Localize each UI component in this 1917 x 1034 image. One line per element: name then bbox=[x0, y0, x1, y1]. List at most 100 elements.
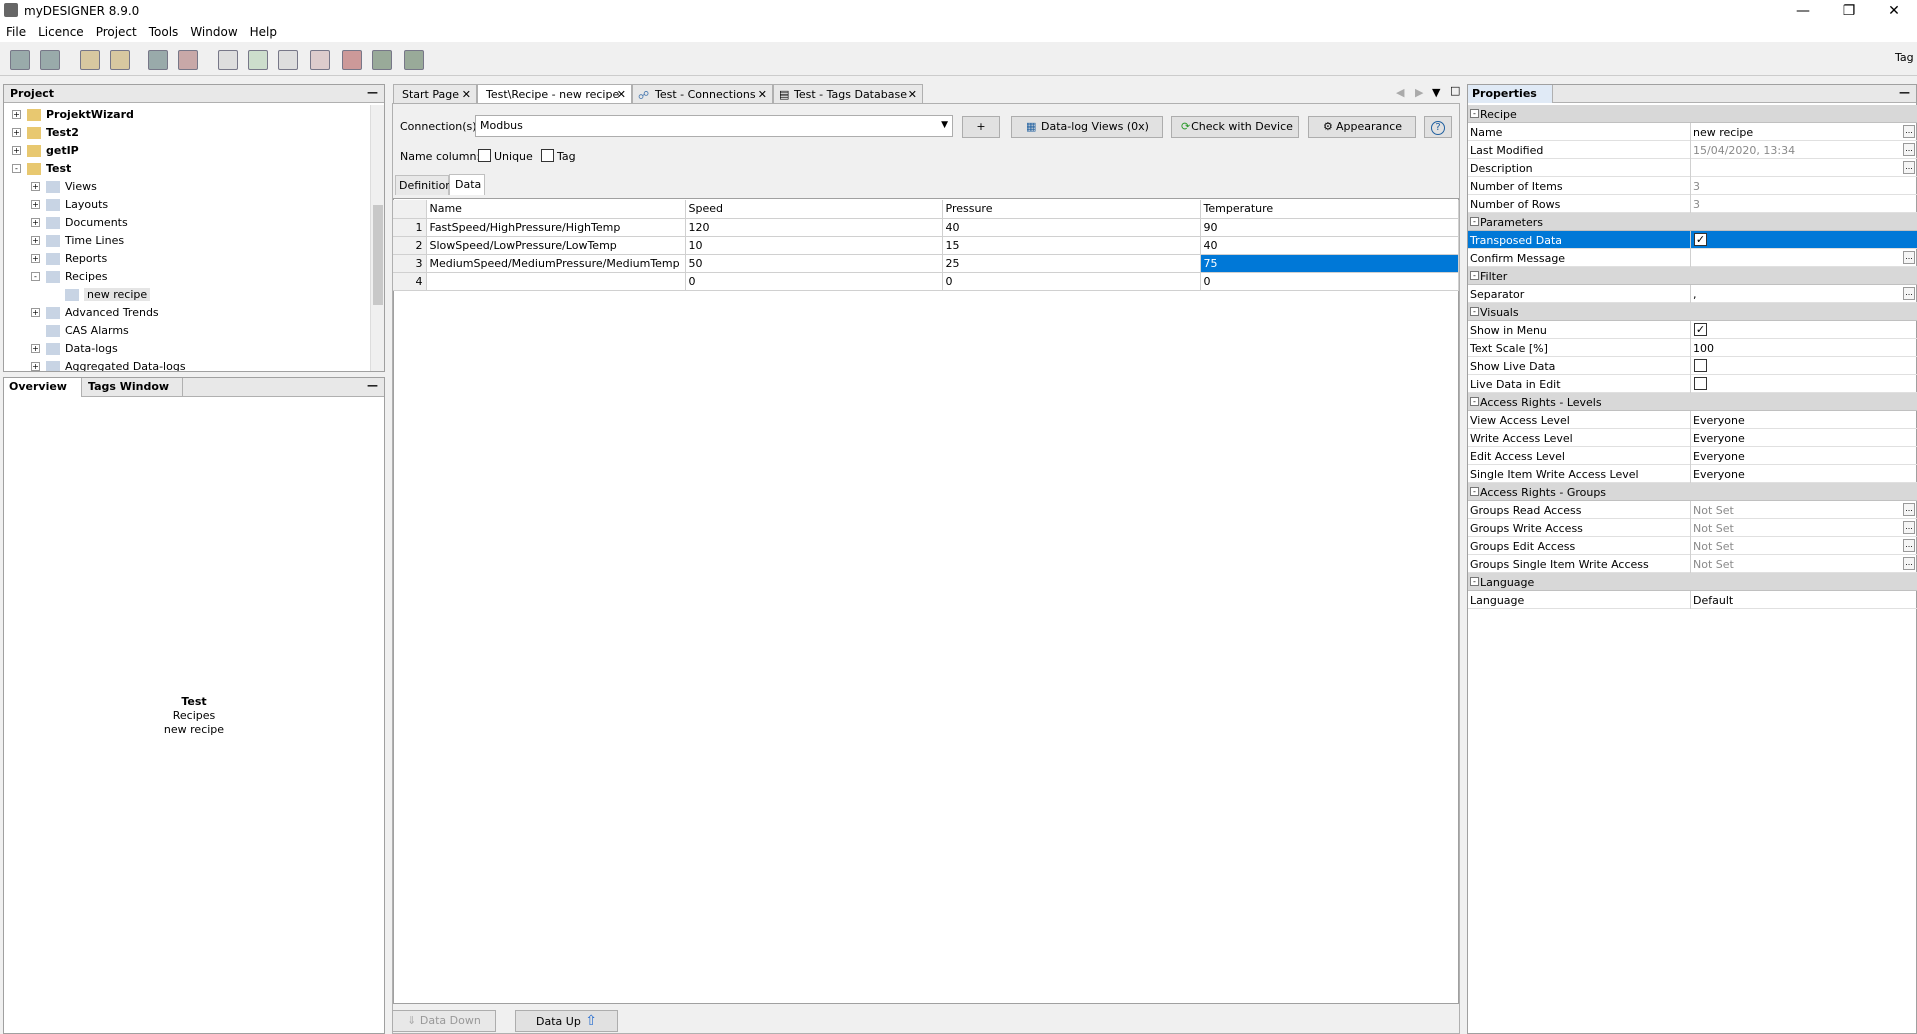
property-value[interactable]: Not Set bbox=[1693, 558, 1734, 571]
restore-icon[interactable]: ❐ bbox=[1826, 0, 1872, 22]
row-number[interactable]: 1 bbox=[393, 218, 427, 237]
ellipsis-button[interactable]: ... bbox=[1903, 161, 1915, 174]
check-with-device-button[interactable]: ⟳ Check with Device bbox=[1171, 116, 1299, 138]
grid-cell[interactable]: 50 bbox=[685, 254, 943, 273]
collapse-icon[interactable]: - bbox=[1470, 307, 1479, 316]
menu-licence[interactable]: Licence bbox=[32, 22, 90, 42]
property-category[interactable]: - Filter bbox=[1468, 267, 1917, 285]
collapse-icon[interactable]: - bbox=[1470, 217, 1479, 226]
data-down-button[interactable]: ⇓ Data Down bbox=[392, 1010, 496, 1032]
tree-item[interactable]: + Aggregated Data-logs bbox=[4, 358, 370, 371]
tab-scroll-left-icon[interactable]: ◀ bbox=[1396, 86, 1404, 99]
expand-icon[interactable]: + bbox=[31, 200, 40, 209]
ellipsis-button[interactable]: ... bbox=[1903, 143, 1915, 156]
tree-item[interactable]: + Data-logs bbox=[4, 340, 370, 358]
save-all-icon[interactable] bbox=[40, 50, 60, 70]
property-row[interactable]: Single Item Write Access Level Everyone bbox=[1468, 465, 1917, 483]
property-row[interactable]: Write Access Level Everyone bbox=[1468, 429, 1917, 447]
property-row[interactable]: Number of Rows 3 bbox=[1468, 195, 1917, 213]
minimize-panel-icon[interactable]: — bbox=[1899, 86, 1910, 99]
tab-recipe[interactable]: Test\Recipe - new recipe ✕ bbox=[477, 84, 632, 103]
ellipsis-button[interactable]: ... bbox=[1903, 539, 1915, 552]
tab-tags-window[interactable]: Tags Window bbox=[83, 378, 183, 397]
menu-window[interactable]: Window bbox=[184, 22, 243, 42]
property-value[interactable]: new recipe bbox=[1693, 126, 1753, 139]
tree-item[interactable]: + Advanced Trends bbox=[4, 304, 370, 322]
property-value[interactable]: 3 bbox=[1693, 198, 1700, 211]
property-category[interactable]: - Access Rights - Groups bbox=[1468, 483, 1917, 501]
expand-icon[interactable]: + bbox=[12, 110, 21, 119]
tree-item[interactable]: CAS Alarms bbox=[4, 322, 370, 340]
property-value[interactable]: Everyone bbox=[1693, 468, 1745, 481]
property-value[interactable]: 3 bbox=[1693, 180, 1700, 193]
data-up-button[interactable]: Data Up ⇧ bbox=[515, 1010, 618, 1032]
ellipsis-button[interactable]: ... bbox=[1903, 557, 1915, 570]
property-checkbox[interactable] bbox=[1694, 359, 1707, 372]
property-row[interactable]: Number of Items 3 bbox=[1468, 177, 1917, 195]
minimize-panel-icon[interactable]: — bbox=[367, 86, 378, 99]
unique-checkbox[interactable] bbox=[478, 149, 491, 162]
upload-icon[interactable] bbox=[372, 50, 392, 70]
collapse-icon[interactable]: - bbox=[1470, 397, 1479, 406]
property-category[interactable]: - Language bbox=[1468, 573, 1917, 591]
row-number[interactable]: 2 bbox=[393, 236, 427, 255]
appearance-button[interactable]: ⚙ Appearance bbox=[1308, 116, 1416, 138]
ellipsis-button[interactable]: ... bbox=[1903, 521, 1915, 534]
connection-select[interactable]: Modbus ▼ bbox=[475, 115, 953, 137]
property-checkbox[interactable] bbox=[1694, 377, 1707, 390]
tab-connections[interactable]: ☍ Test - Connections ✕ bbox=[632, 84, 773, 103]
grid-cell[interactable]: 15 bbox=[942, 236, 1201, 255]
property-value[interactable]: Default bbox=[1693, 594, 1733, 607]
tree-item[interactable]: + Documents bbox=[4, 214, 370, 232]
menu-file[interactable]: File bbox=[0, 22, 32, 42]
expand-icon[interactable]: + bbox=[31, 218, 40, 227]
grid-cell[interactable]: 90 bbox=[1200, 218, 1459, 237]
property-row[interactable]: Groups Write Access Not Set... bbox=[1468, 519, 1917, 537]
remove-icon[interactable] bbox=[178, 50, 198, 70]
property-row[interactable]: Name new recipe... bbox=[1468, 123, 1917, 141]
minimize-panel-icon[interactable]: — bbox=[367, 379, 378, 392]
tab-scroll-right-icon[interactable]: ▶ bbox=[1415, 86, 1423, 99]
property-value[interactable]: Everyone bbox=[1693, 414, 1745, 427]
expand-icon[interactable]: + bbox=[12, 128, 21, 137]
property-value[interactable]: Everyone bbox=[1693, 432, 1745, 445]
tab-overview[interactable]: Overview bbox=[4, 378, 82, 397]
property-row[interactable]: Language Default bbox=[1468, 591, 1917, 609]
close-tab-icon[interactable]: ✕ bbox=[758, 88, 767, 101]
expand-icon[interactable]: + bbox=[31, 362, 40, 371]
property-row[interactable]: View Access Level Everyone bbox=[1468, 411, 1917, 429]
property-row[interactable]: Separator,... bbox=[1468, 285, 1917, 303]
grid-cell[interactable]: FastSpeed/HighPressure/HighTemp bbox=[426, 218, 686, 237]
tab-start-page[interactable]: Start Page ✕ bbox=[393, 84, 477, 103]
expand-icon[interactable]: + bbox=[12, 146, 21, 155]
download-icon[interactable] bbox=[404, 50, 424, 70]
grid-cell[interactable]: 0 bbox=[942, 272, 1201, 291]
minimize-icon[interactable]: — bbox=[1780, 0, 1826, 22]
menu-tools[interactable]: Tools bbox=[143, 22, 185, 42]
add-item-icon[interactable] bbox=[248, 50, 268, 70]
tree-item[interactable]: new recipe bbox=[4, 286, 370, 304]
tree-scrollbar[interactable] bbox=[370, 105, 384, 371]
tree-item[interactable]: + Time Lines bbox=[4, 232, 370, 250]
ellipsis-button[interactable]: ... bbox=[1903, 251, 1915, 264]
menu-help[interactable]: Help bbox=[244, 22, 283, 42]
grid-cell[interactable]: 25 bbox=[942, 254, 1201, 273]
column-header[interactable]: Temperature bbox=[1200, 200, 1459, 219]
grid-cell[interactable]: 120 bbox=[685, 218, 943, 237]
ellipsis-button[interactable]: ... bbox=[1903, 125, 1915, 138]
property-category[interactable]: - Parameters bbox=[1468, 213, 1917, 231]
datalog-views-button[interactable]: ▦ Data-log Views (0x) bbox=[1011, 116, 1163, 138]
tree-item[interactable]: + getIP bbox=[4, 142, 370, 160]
expand-icon[interactable]: + bbox=[31, 182, 40, 191]
column-header[interactable]: Speed bbox=[685, 200, 943, 219]
subtab-definition[interactable]: Definition bbox=[395, 175, 452, 195]
delete-icon[interactable] bbox=[310, 50, 330, 70]
ellipsis-button[interactable]: ... bbox=[1903, 287, 1915, 300]
add-connection-button[interactable]: + bbox=[962, 116, 1000, 138]
property-value[interactable]: Not Set bbox=[1693, 522, 1734, 535]
property-row[interactable]: Groups Single Item Write Access Not Set..… bbox=[1468, 555, 1917, 573]
grid-cell[interactable]: MediumSpeed/MediumPressure/MediumTemp bbox=[426, 254, 686, 273]
grid-cell[interactable]: 0 bbox=[685, 272, 943, 291]
tab-list-icon[interactable]: ▼ bbox=[1432, 86, 1440, 99]
property-row[interactable]: Groups Read Access Not Set... bbox=[1468, 501, 1917, 519]
